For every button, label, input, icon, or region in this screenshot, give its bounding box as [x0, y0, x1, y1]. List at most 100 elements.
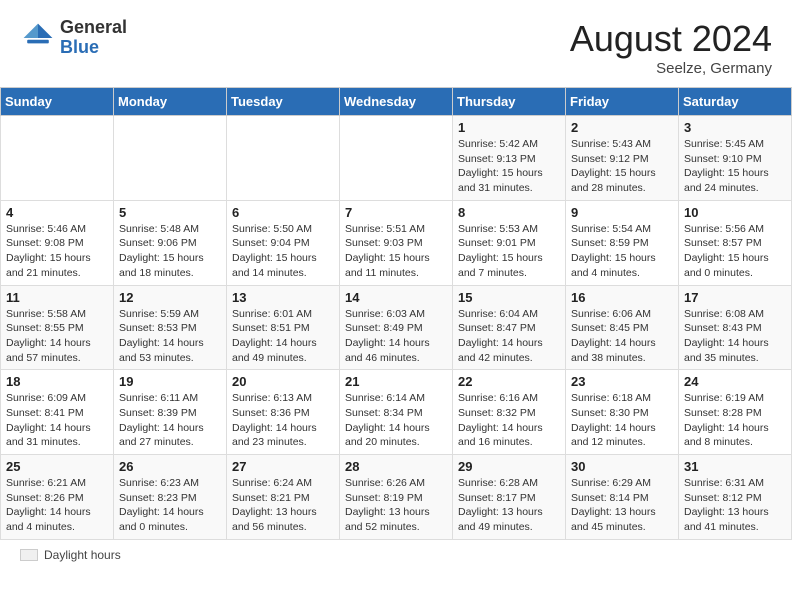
day-number: 21: [345, 374, 447, 389]
week-row-1: 1Sunrise: 5:42 AM Sunset: 9:13 PM Daylig…: [1, 116, 792, 201]
day-cell: 29Sunrise: 6:28 AM Sunset: 8:17 PM Dayli…: [453, 455, 566, 540]
day-number: 6: [232, 205, 334, 220]
month-title: August 2024: [570, 18, 772, 60]
week-row-4: 18Sunrise: 6:09 AM Sunset: 8:41 PM Dayli…: [1, 370, 792, 455]
day-info: Sunrise: 6:04 AM Sunset: 8:47 PM Dayligh…: [458, 307, 560, 366]
day-cell: 3 Sunrise: 5:45 AM Sunset: 9:10 PM Daylig…: [679, 116, 792, 201]
day-number: 7: [345, 205, 447, 220]
day-cell: 24 Sunrise: 6:19 AM Sunset: 8:28 PM Dayli…: [679, 370, 792, 455]
page-header: General Blue August 2024 Seelze, Germany: [0, 0, 792, 87]
location-text: Seelze, Germany: [570, 60, 772, 77]
legend-label: Daylight hours: [44, 548, 121, 562]
day-cell: [1, 116, 114, 201]
day-info: Sunrise: 6:09 AM Sunset: 8:41 PM Dayligh…: [6, 391, 108, 450]
day-number: 12: [119, 290, 221, 305]
day-number: 3: [684, 120, 786, 135]
day-cell: 16 Sunrise: 6:06 AM Sunset: 8:45 PM Dayli…: [566, 285, 679, 370]
calendar-table: SundayMondayTuesdayWednesdayThursdayFrid…: [0, 87, 792, 540]
day-number: 8: [458, 205, 560, 220]
day-number: 22: [458, 374, 560, 389]
day-number: 2: [571, 120, 673, 135]
day-cell: 20Sunrise: 6:13 AM Sunset: 8:36 PM Dayli…: [227, 370, 340, 455]
legend: Daylight hours: [0, 540, 792, 570]
day-info: Sunrise: 6:24 AM Sunset: 8:21 PM Dayligh…: [232, 476, 334, 535]
day-cell: 12 Sunrise: 5:59 AM Sunset: 8:53 PM Dayli…: [114, 285, 227, 370]
day-number: 27: [232, 459, 334, 474]
day-cell: 11 Sunrise: 5:58 AM Sunset: 8:55 PM Dayli…: [1, 285, 114, 370]
day-info: Sunrise: 6:19 AM Sunset: 8:28 PM Dayligh…: [684, 391, 786, 450]
day-number: 23: [571, 374, 673, 389]
day-info: Sunrise: 6:28 AM Sunset: 8:17 PM Dayligh…: [458, 476, 560, 535]
day-info: Sunrise: 6:01 AM Sunset: 8:51 PM Dayligh…: [232, 307, 334, 366]
day-info: Sunrise: 6:11 AM Sunset: 8:39 PM Dayligh…: [119, 391, 221, 450]
header-row: SundayMondayTuesdayWednesdayThursdayFrid…: [1, 88, 792, 116]
day-cell: 30Sunrise: 6:29 AM Sunset: 8:14 PM Dayli…: [566, 455, 679, 540]
day-cell: 21 Sunrise: 6:14 AM Sunset: 8:34 PM Dayli…: [340, 370, 453, 455]
day-cell: 14 Sunrise: 6:03 AM Sunset: 8:49 PM Dayli…: [340, 285, 453, 370]
day-cell: 1Sunrise: 5:42 AM Sunset: 9:13 PM Daylig…: [453, 116, 566, 201]
week-row-2: 4 Sunrise: 5:46 AM Sunset: 9:08 PM Daylig…: [1, 200, 792, 285]
day-number: 10: [684, 205, 786, 220]
day-info: Sunrise: 5:48 AM Sunset: 9:06 PM Dayligh…: [119, 222, 221, 281]
day-cell: 10Sunrise: 5:56 AM Sunset: 8:57 PM Dayli…: [679, 200, 792, 285]
day-number: 4: [6, 205, 108, 220]
day-number: 17: [684, 290, 786, 305]
day-number: 28: [345, 459, 447, 474]
logo-text: General Blue: [60, 18, 127, 58]
day-cell: 26Sunrise: 6:23 AM Sunset: 8:23 PM Dayli…: [114, 455, 227, 540]
day-number: 25: [6, 459, 108, 474]
day-cell: 28 Sunrise: 6:26 AM Sunset: 8:19 PM Dayli…: [340, 455, 453, 540]
day-info: Sunrise: 5:59 AM Sunset: 8:53 PM Dayligh…: [119, 307, 221, 366]
day-cell: 2Sunrise: 5:43 AM Sunset: 9:12 PM Daylig…: [566, 116, 679, 201]
day-number: 5: [119, 205, 221, 220]
day-number: 19: [119, 374, 221, 389]
header-monday: Monday: [114, 88, 227, 116]
day-info: Sunrise: 5:46 AM Sunset: 9:08 PM Dayligh…: [6, 222, 108, 281]
day-info: Sunrise: 5:53 AM Sunset: 9:01 PM Dayligh…: [458, 222, 560, 281]
logo: General Blue: [20, 18, 127, 58]
day-cell: 27 Sunrise: 6:24 AM Sunset: 8:21 PM Dayli…: [227, 455, 340, 540]
day-info: Sunrise: 6:21 AM Sunset: 8:26 PM Dayligh…: [6, 476, 108, 535]
day-info: Sunrise: 5:58 AM Sunset: 8:55 PM Dayligh…: [6, 307, 108, 366]
day-cell: 19 Sunrise: 6:11 AM Sunset: 8:39 PM Dayli…: [114, 370, 227, 455]
day-number: 1: [458, 120, 560, 135]
day-cell: [227, 116, 340, 201]
day-info: Sunrise: 5:45 AM Sunset: 9:10 PM Dayligh…: [684, 137, 786, 196]
legend-box: [20, 549, 38, 561]
calendar-header: SundayMondayTuesdayWednesdayThursdayFrid…: [1, 88, 792, 116]
day-cell: [114, 116, 227, 201]
day-cell: 8 Sunrise: 5:53 AM Sunset: 9:01 PM Daylig…: [453, 200, 566, 285]
day-cell: 5 Sunrise: 5:48 AM Sunset: 9:06 PM Daylig…: [114, 200, 227, 285]
day-number: 14: [345, 290, 447, 305]
day-cell: 15 Sunrise: 6:04 AM Sunset: 8:47 PM Dayli…: [453, 285, 566, 370]
day-number: 30: [571, 459, 673, 474]
day-cell: 22Sunrise: 6:16 AM Sunset: 8:32 PM Dayli…: [453, 370, 566, 455]
day-number: 31: [684, 459, 786, 474]
day-info: Sunrise: 6:23 AM Sunset: 8:23 PM Dayligh…: [119, 476, 221, 535]
header-thursday: Thursday: [453, 88, 566, 116]
header-tuesday: Tuesday: [227, 88, 340, 116]
header-friday: Friday: [566, 88, 679, 116]
day-info: Sunrise: 6:26 AM Sunset: 8:19 PM Dayligh…: [345, 476, 447, 535]
day-cell: 9Sunrise: 5:54 AM Sunset: 8:59 PM Daylig…: [566, 200, 679, 285]
day-cell: [340, 116, 453, 201]
title-area: August 2024 Seelze, Germany: [570, 18, 772, 77]
day-number: 24: [684, 374, 786, 389]
logo-blue-text: Blue: [60, 38, 127, 58]
day-info: Sunrise: 5:54 AM Sunset: 8:59 PM Dayligh…: [571, 222, 673, 281]
logo-icon: [20, 20, 56, 56]
calendar-body: 1Sunrise: 5:42 AM Sunset: 9:13 PM Daylig…: [1, 116, 792, 540]
week-row-3: 11 Sunrise: 5:58 AM Sunset: 8:55 PM Dayli…: [1, 285, 792, 370]
day-cell: 6 Sunrise: 5:50 AM Sunset: 9:04 PM Daylig…: [227, 200, 340, 285]
day-cell: 17Sunrise: 6:08 AM Sunset: 8:43 PM Dayli…: [679, 285, 792, 370]
week-row-5: 25 Sunrise: 6:21 AM Sunset: 8:26 PM Dayli…: [1, 455, 792, 540]
day-info: Sunrise: 6:06 AM Sunset: 8:45 PM Dayligh…: [571, 307, 673, 366]
day-info: Sunrise: 6:14 AM Sunset: 8:34 PM Dayligh…: [345, 391, 447, 450]
day-cell: 31Sunrise: 6:31 AM Sunset: 8:12 PM Dayli…: [679, 455, 792, 540]
day-number: 16: [571, 290, 673, 305]
day-number: 11: [6, 290, 108, 305]
day-info: Sunrise: 6:03 AM Sunset: 8:49 PM Dayligh…: [345, 307, 447, 366]
day-info: Sunrise: 5:50 AM Sunset: 9:04 PM Dayligh…: [232, 222, 334, 281]
day-number: 15: [458, 290, 560, 305]
header-wednesday: Wednesday: [340, 88, 453, 116]
